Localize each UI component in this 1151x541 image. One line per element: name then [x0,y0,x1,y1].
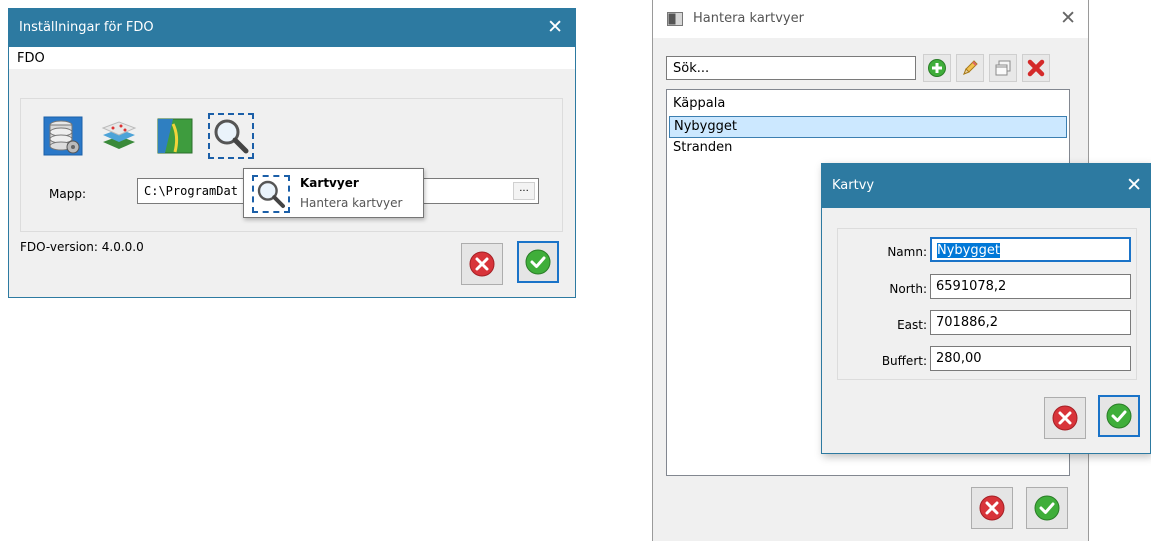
manage-cancel-button[interactable] [971,487,1013,529]
magnifier-icon [214,119,249,154]
map-layers-tool-button[interactable] [96,113,142,159]
map-tool-button[interactable] [152,113,198,159]
name-input[interactable]: Nybygget [930,237,1131,262]
kartvy-ok-button[interactable] [1098,395,1140,437]
tooltip-magnifier-frame [252,175,290,213]
manage-title-bar: Hantera kartvyer ✕ [653,0,1088,38]
name-label: Namn: [887,245,927,259]
north-input[interactable]: 6591078,2 [930,274,1131,299]
manage-window-title: Hantera kartvyer [693,11,804,26]
magnifier-icon [257,180,285,208]
copy-icon [995,60,1011,76]
kartvy-dialog-title: Kartvy [832,178,875,193]
fdo-menu-bar: FDO [9,47,575,69]
database-tool-button[interactable] [40,113,86,159]
east-input[interactable]: 701886,2 [930,310,1131,335]
add-icon [928,59,946,77]
fdo-title-bar: Inställningar för FDO ✕ [9,9,575,47]
add-button[interactable] [923,54,951,82]
fdo-window-title: Inställningar för FDO [19,20,154,35]
cancel-icon [469,251,495,277]
kartvy-cancel-button[interactable] [1044,397,1086,439]
manage-close-button[interactable]: ✕ [1060,6,1076,30]
fdo-close-button[interactable]: ✕ [547,15,563,39]
map-view-dialog: Kartvy ✕ Namn: Nybygget North: 6591078,2… [821,163,1151,454]
browse-button[interactable]: ... [513,182,535,200]
map-layers-icon [101,121,137,149]
east-label: East: [897,318,927,332]
list-item-selected[interactable]: Nybygget [669,116,1067,138]
manage-ok-button[interactable] [1026,487,1068,529]
check-icon [1106,403,1132,429]
cancel-button[interactable] [461,243,503,285]
edit-pencil-icon [963,60,978,75]
tooltip-description: Hantera kartvyer [300,196,403,210]
buffer-input[interactable]: 280,00 [930,346,1131,371]
database-icon [43,116,83,156]
tooltip-title: Kartvyer [300,176,359,190]
cancel-icon [979,495,1005,521]
cancel-icon [1052,405,1078,431]
map-icon [157,118,193,154]
kartvyer-tool-button[interactable] [208,113,254,159]
list-item[interactable]: Stranden [669,138,1067,160]
north-label: North: [889,282,927,296]
ok-button[interactable] [517,241,559,283]
copy-button[interactable] [989,54,1017,82]
edit-button[interactable] [956,54,984,82]
fdo-version-label: FDO-version: 4.0.0.0 [20,240,144,254]
delete-button[interactable] [1022,54,1050,82]
name-input-selected-text: Nybygget [937,243,1000,258]
folder-label: Mapp: [49,187,86,201]
check-icon [525,249,551,275]
app-window-icon [667,12,683,26]
menu-item-fdo[interactable]: FDO [17,51,45,66]
delete-icon [1027,59,1045,77]
search-input[interactable]: Sök... [666,56,916,80]
kartvyer-tooltip: Kartvyer Hantera kartvyer [243,168,424,218]
fdo-settings-window: Inställningar för FDO ✕ FDO Mapp: C:\Pro… [8,8,576,298]
kartvy-close-button[interactable]: ✕ [1126,173,1142,197]
list-item[interactable]: Käppala [669,94,1067,116]
buffer-label: Buffert: [881,354,927,368]
kartvy-title-bar: Kartvy ✕ [822,164,1150,208]
check-icon [1034,495,1060,521]
